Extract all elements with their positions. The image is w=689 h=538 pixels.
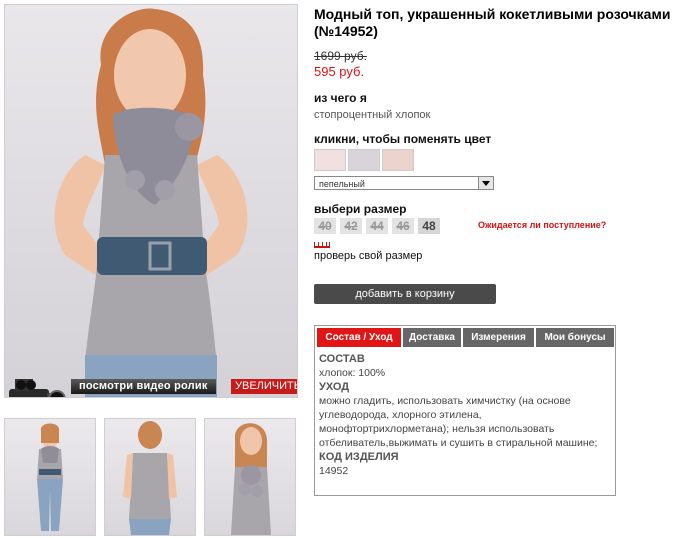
size-option-42[interactable]: 42 bbox=[340, 218, 362, 234]
care-heading: УХОД bbox=[319, 381, 350, 393]
tab-measurements[interactable]: Измерения bbox=[463, 328, 534, 347]
availability-notify-link[interactable]: Ожидается ли поступление? bbox=[478, 220, 606, 230]
color-swatch-3[interactable] bbox=[382, 149, 414, 171]
material-value: стопроцентный хлопок bbox=[314, 109, 431, 121]
thumbnail-back[interactable] bbox=[104, 418, 196, 536]
composition-heading: СОСТАВ bbox=[319, 353, 365, 365]
current-price: 595 руб. bbox=[314, 64, 365, 79]
size-option-48[interactable]: 48 bbox=[418, 218, 440, 234]
tab-composition-care[interactable]: Состав / Уход bbox=[317, 328, 401, 347]
material-heading: из чего я bbox=[314, 91, 367, 105]
tab-bonuses[interactable]: Мои бонусы bbox=[536, 328, 614, 347]
color-select-value: пепельный bbox=[319, 179, 365, 189]
color-select[interactable]: пепельный bbox=[314, 176, 494, 190]
check-size-link[interactable]: проверь свой размер bbox=[314, 250, 422, 262]
product-code-heading: КОД ИЗДЕЛИЯ bbox=[319, 451, 399, 463]
ruler-icon bbox=[314, 240, 330, 248]
size-option-40[interactable]: 40 bbox=[314, 218, 336, 234]
tab-content: СОСТАВ хлопок: 100% УХОД можно гладить, … bbox=[319, 352, 611, 478]
thumbnail-image bbox=[123, 421, 177, 535]
tab-delivery[interactable]: Доставка bbox=[403, 328, 461, 347]
add-to-cart-button[interactable]: добавить в корзину bbox=[314, 284, 496, 304]
product-code-value: 14952 bbox=[319, 465, 349, 477]
info-tabs-panel: Состав / Уход Доставка Измерения Мои бон… bbox=[314, 325, 616, 496]
video-camera-icon[interactable] bbox=[5, 375, 69, 398]
size-option-44[interactable]: 44 bbox=[366, 218, 388, 234]
thumbnail-front[interactable] bbox=[4, 418, 96, 536]
size-option-46[interactable]: 46 bbox=[392, 218, 414, 234]
color-swatch-1[interactable] bbox=[314, 149, 346, 171]
color-swatch-2[interactable] bbox=[348, 149, 380, 171]
video-bar: посмотри видео ролик УВЕЛИЧИТЬ bbox=[5, 375, 297, 397]
old-price: 1699 руб. bbox=[314, 49, 367, 63]
thumbnail-image bbox=[37, 423, 63, 531]
zoom-button[interactable]: УВЕЛИЧИТЬ bbox=[231, 379, 297, 394]
color-heading: кликни, чтобы поменять цвет bbox=[314, 132, 492, 146]
thumbnail-image bbox=[231, 423, 271, 535]
main-product-photo[interactable]: посмотри видео ролик УВЕЛИЧИТЬ bbox=[4, 4, 298, 398]
care-value: можно гладить, использовать химчистку (н… bbox=[319, 395, 598, 449]
chevron-down-icon[interactable] bbox=[478, 177, 493, 189]
thumbnail-side[interactable] bbox=[204, 418, 296, 536]
size-heading: выбери размер bbox=[314, 202, 407, 216]
watch-video-link[interactable]: посмотри видео ролик bbox=[71, 379, 216, 394]
composition-value: хлопок: 100% bbox=[319, 367, 386, 379]
product-title: Модный топ, украшенный кокетливыми розоч… bbox=[314, 6, 671, 39]
model-illustration bbox=[54, 8, 248, 397]
